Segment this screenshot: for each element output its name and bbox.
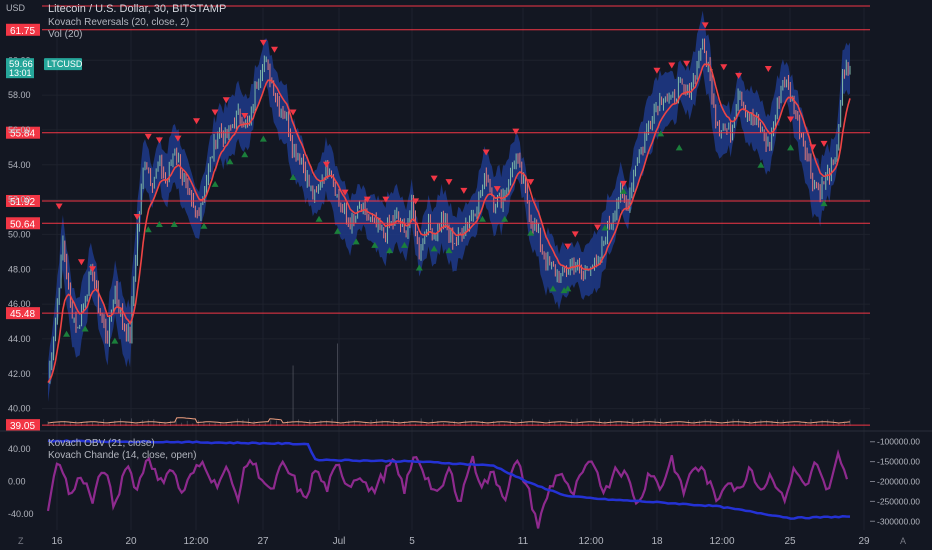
- time-tick-label: 27: [257, 536, 269, 547]
- time-tick-label: 12:00: [709, 536, 734, 547]
- up-triangle: [787, 144, 795, 151]
- price-tick-label: 42.00: [8, 369, 31, 379]
- up-triangle: [211, 180, 219, 187]
- volume-ma-line: [47, 417, 851, 424]
- chart-canvas[interactable]: 61.7555.8451.9250.6445.4839.05 60.0058.0…: [0, 0, 932, 550]
- time-tick-label: 16: [51, 536, 63, 547]
- osc-tick-label: 40.00: [8, 444, 31, 454]
- price-tick-label: 46.00: [8, 299, 31, 309]
- down-triangle: [764, 65, 772, 72]
- obv-tick-label: -100000.00: [877, 437, 920, 447]
- price-tick-label: 48.00: [8, 264, 31, 274]
- up-triangle: [315, 215, 323, 222]
- up-triangle: [241, 151, 249, 158]
- down-triangle: [77, 259, 85, 266]
- indicator-volume[interactable]: Vol (20): [48, 29, 82, 41]
- time-tick-label: 12:00: [183, 536, 208, 547]
- price-tick-label: 44.00: [8, 334, 31, 344]
- kovach-band: [48, 10, 850, 402]
- symbol-tag-label: LTCUSD: [47, 59, 83, 69]
- level-tag-label: 45.48: [10, 309, 35, 320]
- up-triangle: [675, 144, 683, 151]
- price-tick-label: 54.00: [8, 160, 31, 170]
- down-triangle: [193, 118, 201, 125]
- time-tick-label: 12:00: [578, 536, 603, 547]
- down-triangle: [512, 128, 520, 135]
- obv-tick-label: -250000.00: [877, 496, 920, 506]
- down-triangle: [683, 60, 691, 67]
- indicator-kovach-reversals[interactable]: Kovach Reversals (20, close, 2): [48, 17, 189, 29]
- price-tick-label: 52.00: [8, 195, 31, 205]
- down-triangle: [460, 187, 468, 194]
- osc-tick-label: -40.00: [8, 509, 34, 519]
- down-triangle: [820, 140, 828, 147]
- price-tick-label: 58.00: [8, 90, 31, 100]
- last-price-time: 13:01: [9, 68, 32, 78]
- down-triangle: [270, 46, 278, 53]
- time-tick-label: 29: [858, 536, 870, 547]
- obv-tick-label: -150000.00: [877, 457, 920, 467]
- up-triangle: [170, 220, 178, 227]
- reversal-band: [48, 10, 850, 402]
- obv-tick-label: -200000.00: [877, 477, 920, 487]
- down-triangle: [155, 137, 163, 144]
- down-triangle: [430, 175, 438, 182]
- up-triangle: [259, 135, 267, 142]
- indicator-kovach-obv[interactable]: Kovach OBV (21, close): [48, 438, 155, 450]
- indicator-kovach-chande[interactable]: Kovach Chande (14, close, open): [48, 450, 196, 462]
- osc-tick-label: 0.00: [8, 477, 26, 487]
- price-tick-label: 40.00: [8, 404, 31, 414]
- time-tick-label: Jul: [333, 536, 346, 547]
- price-tick-label: 56.00: [8, 125, 31, 135]
- obv-tick-label: -300000.00: [877, 516, 920, 526]
- down-triangle: [720, 64, 728, 71]
- level-tag-label: 39.05: [10, 421, 35, 432]
- chart-title[interactable]: Litecoin / U.S. Dollar, 30, BITSTAMP: [48, 3, 226, 16]
- down-triangle: [445, 179, 453, 186]
- time-tick-label: 5: [409, 536, 415, 547]
- down-triangle: [668, 62, 676, 69]
- time-tick-label: 20: [125, 536, 137, 547]
- time-tick-label: 18: [651, 536, 663, 547]
- price-tick-label: 50.00: [8, 229, 31, 239]
- auto-scale-right[interactable]: A: [900, 536, 906, 546]
- up-triangle: [63, 330, 71, 337]
- currency-label: USD: [6, 3, 26, 13]
- time-tick-label: 11: [518, 536, 529, 547]
- volume-bars: [47, 343, 851, 426]
- up-triangle: [155, 220, 163, 227]
- level-tag-label: 61.75: [10, 26, 35, 37]
- down-triangle: [144, 133, 152, 140]
- time-tick-label: 25: [784, 536, 796, 547]
- auto-scale-left[interactable]: Z: [18, 536, 24, 546]
